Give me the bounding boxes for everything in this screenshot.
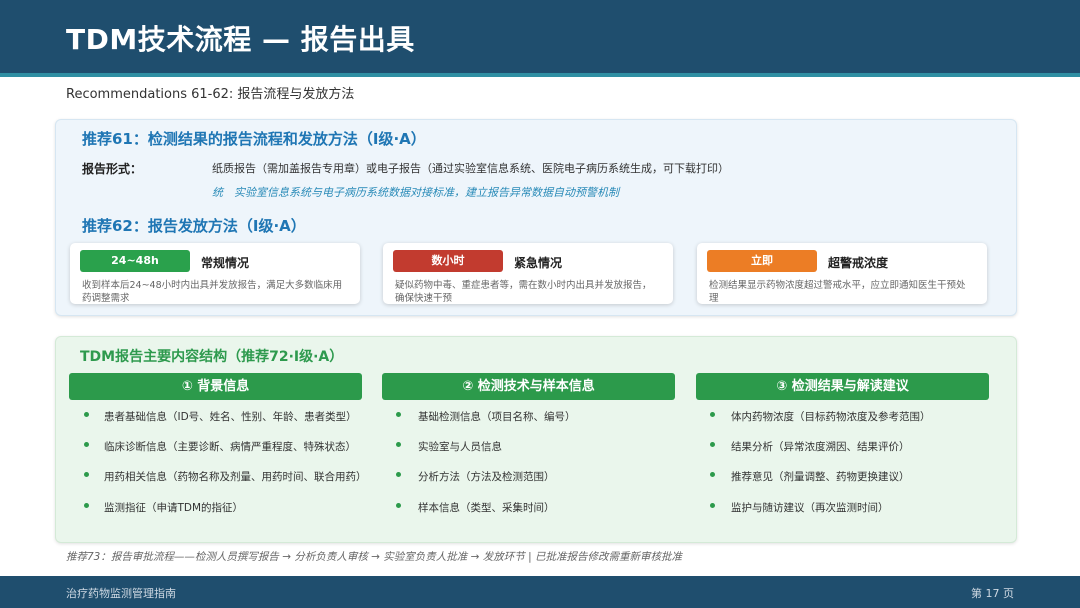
list-item: 分析方法（方法及检测范围）: [418, 471, 555, 483]
card-desc: 疑似药物中毒、重症患者等，需在数小时内出具并发放报告，确保快速干预: [395, 280, 652, 304]
card-label: 紧急情况: [514, 256, 563, 270]
card-critical: 立即 超警戒浓度 检测结果显示药物浓度超过警戒水平，应立即通知医生干预处理: [697, 243, 987, 304]
bullet-dot: [84, 412, 89, 417]
report-form-value: 纸质报告（需加盖报告专用章）或电子报告（通过实验室信息系统、医院电子病历系统生成…: [212, 162, 729, 175]
card-desc: 收到样本后24~48小时内出具并发放报告，满足大多数临床用药调整需求: [82, 280, 343, 304]
bullet-dot: [710, 503, 715, 508]
column-head-results: ③ 检测结果与解读建议: [696, 373, 989, 400]
footer-guide-name: 治疗药物监测管理指南: [66, 587, 176, 600]
list-item: 患者基础信息（ID号、姓名、性别、年龄、患者类型）: [104, 411, 357, 423]
bullet-dot: [84, 472, 89, 477]
rec62-title: 推荐62：报告发放方法（Ⅰ级·A）: [82, 217, 306, 235]
card-desc: 检测结果显示药物浓度超过警戒水平，应立即通知医生干预处理: [709, 280, 966, 304]
report-note: 统 实验室信息系统与电子病历系统数据对接标准，建立报告异常数据自动预警机制: [212, 186, 619, 199]
list-item: 用药相关信息（药物名称及剂量、用药时间、联合用药）: [104, 471, 367, 483]
column-head-technique: ② 检测技术与样本信息: [382, 373, 675, 400]
list-item: 基础检测信息（项目名称、编号）: [418, 411, 576, 423]
approval-note: 推荐73：报告审批流程——检测人员撰写报告 → 分析负责人审核 → 实验室负责人…: [66, 551, 682, 563]
list-item: 推荐意见（剂量调整、药物更换建议）: [731, 471, 910, 483]
bullet-dot: [710, 412, 715, 417]
page-title: TDM技术流程 — 报告出具: [66, 23, 415, 56]
card-urgent: 数小时 紧急情况 疑似药物中毒、重症患者等，需在数小时内出具并发放报告，确保快速…: [383, 243, 673, 304]
column-head-background: ① 背景信息: [69, 373, 362, 400]
list-item: 监测指征（申请TDM的指征）: [104, 502, 244, 514]
report-form-label: 报告形式：: [82, 162, 143, 176]
bullet-dot: [396, 412, 401, 417]
list-item: 结果分析（异常浓度溯因、结果评价）: [731, 441, 910, 453]
bullet-dot: [84, 503, 89, 508]
bullet-dot: [84, 442, 89, 447]
bullet-dot: [396, 442, 401, 447]
page-subtitle: Recommendations 61-62: 报告流程与发放方法: [66, 87, 355, 102]
card-pill: 数小时: [393, 250, 503, 272]
bullet-dot: [396, 503, 401, 508]
list-item: 监护与随访建议（再次监测时间）: [731, 502, 889, 514]
card-label: 常规情况: [201, 256, 250, 270]
tdm-structure-title: TDM报告主要内容结构（推荐72·Ⅰ级·A）: [80, 349, 344, 365]
card-label: 超警戒浓度: [828, 256, 889, 270]
header-stripe: [0, 73, 1080, 77]
bullet-dot: [710, 442, 715, 447]
rec61-title: 推荐61：检测结果的报告流程和发放方法（Ⅰ级·A）: [82, 130, 426, 148]
card-pill: 24~48h: [80, 250, 190, 272]
list-item: 临床诊断信息（主要诊断、病情严重程度、特殊状态）: [104, 441, 356, 453]
bullet-dot: [396, 472, 401, 477]
list-item: 实验室与人员信息: [418, 441, 502, 453]
list-item: 体内药物浓度（目标药物浓度及参考范围）: [731, 411, 931, 423]
list-item: 样本信息（类型、采集时间）: [418, 502, 555, 514]
bullet-dot: [710, 472, 715, 477]
card-pill: 立即: [707, 250, 817, 272]
page-number: 第 17 页: [971, 587, 1014, 600]
card-routine: 24~48h 常规情况 收到样本后24~48小时内出具并发放报告，满足大多数临床…: [70, 243, 360, 304]
